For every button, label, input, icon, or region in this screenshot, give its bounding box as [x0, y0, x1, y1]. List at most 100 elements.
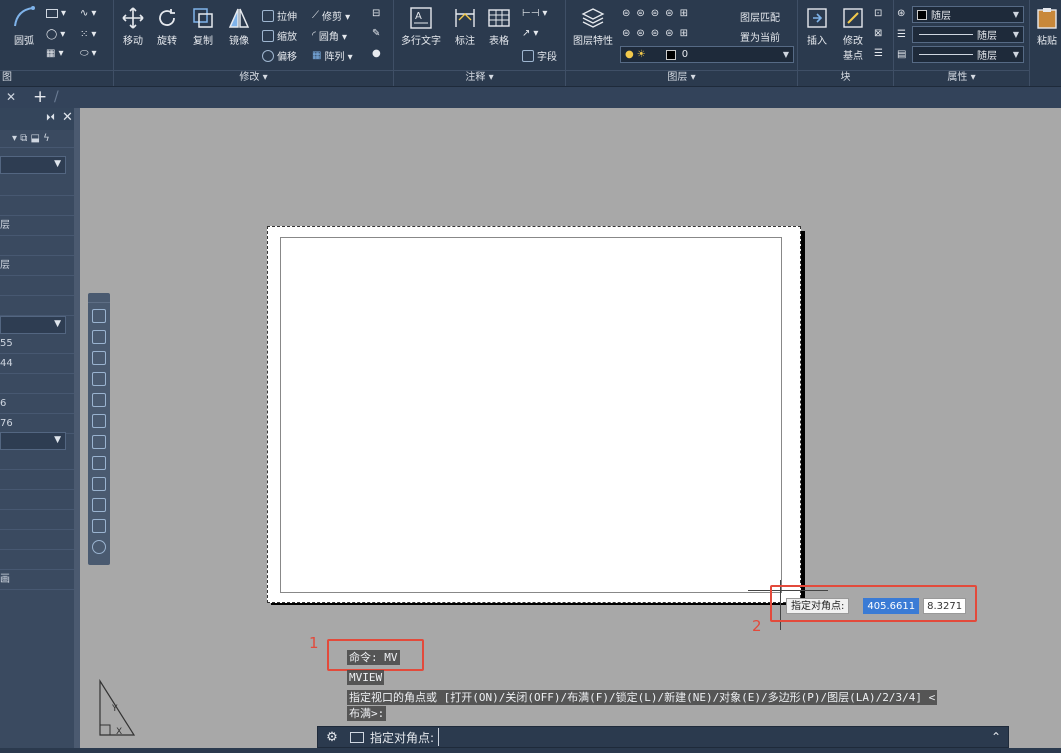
layer-unlock-icon[interactable]: ⊜	[665, 28, 673, 39]
chevron-up-icon[interactable]: ⌃	[984, 730, 1008, 744]
modify-panel-title[interactable]: 修改 ▾	[114, 70, 393, 84]
palette-row[interactable]: 44	[0, 354, 74, 374]
palette-section-dropdown[interactable]: ▼	[0, 432, 66, 450]
toolbar-grip[interactable]	[88, 293, 110, 303]
properties-panel-title[interactable]: 属性 ▾	[894, 70, 1029, 84]
palette-row[interactable]	[0, 296, 74, 316]
stretch-button[interactable]: 拉伸	[262, 8, 297, 23]
layer-thaw-icon[interactable]: ⊜	[651, 28, 659, 39]
palette-row[interactable]	[0, 196, 74, 216]
layer-freeze-icon[interactable]: ⊜	[651, 8, 659, 19]
layer-match-button[interactable]: 图层匹配	[740, 9, 780, 24]
make-current-icon[interactable]: ⊞	[680, 28, 688, 39]
palette-selection-dropdown[interactable]: ▼	[0, 156, 66, 174]
mtext-button[interactable]: A 多行文字	[398, 6, 444, 47]
match-properties-icon[interactable]: ⊛	[897, 8, 905, 19]
palette-row[interactable]	[0, 550, 74, 570]
palette-row[interactable]	[0, 490, 74, 510]
circle-tool[interactable]: ◯ ▾	[46, 29, 65, 40]
block-tool3[interactable]: ☰	[874, 48, 883, 59]
layer-properties-button[interactable]: 图层特性	[570, 6, 616, 47]
layer-match-icon[interactable]: ⊞	[680, 8, 688, 19]
layer-prev-icon[interactable]: ⊜	[622, 28, 630, 39]
insert-button[interactable]: 插入	[802, 6, 832, 47]
fillet-button[interactable]: ◜ 圆角 ▾	[312, 28, 347, 43]
palette-row[interactable]	[0, 276, 74, 296]
join-button[interactable]: ●	[372, 48, 381, 59]
new-tab-icon[interactable]: +	[33, 87, 47, 107]
tool-icon[interactable]	[92, 456, 106, 470]
palette-row[interactable]	[0, 176, 74, 196]
erase-button[interactable]: ✎	[372, 28, 380, 39]
close-tab-icon[interactable]: ✕	[6, 90, 16, 104]
palette-row[interactable]: 6	[0, 394, 74, 414]
mirror-button[interactable]: 镜像	[224, 6, 254, 47]
block-tool2[interactable]: ⊠	[874, 28, 882, 39]
palette-row[interactable]	[0, 470, 74, 490]
tool-icon[interactable]	[92, 330, 106, 344]
paste-button[interactable]: 粘贴	[1034, 6, 1060, 47]
palette-row[interactable]: 55	[0, 334, 74, 354]
palette-row[interactable]: 层	[0, 256, 74, 276]
viewport-rectangle[interactable]	[280, 237, 782, 593]
field-button[interactable]: 字段	[522, 48, 557, 63]
hatch-tool[interactable]: ▦ ▾	[46, 48, 63, 59]
tool-icon[interactable]	[92, 498, 106, 512]
tool-icon[interactable]	[92, 393, 106, 407]
palette-row[interactable]	[0, 236, 74, 256]
command-input[interactable]	[438, 728, 984, 746]
tool-icon[interactable]	[92, 309, 106, 323]
dimension-button[interactable]: 标注	[450, 6, 480, 47]
quick-select-icon[interactable]: ▾ ⧉ ⬓ ϟ	[12, 129, 50, 149]
palette-row[interactable]	[0, 450, 74, 470]
tool-icon[interactable]	[92, 435, 106, 449]
table-button[interactable]: 表格	[484, 6, 514, 47]
pin-icon[interactable]: ⏵⏴	[46, 113, 55, 123]
annotation-panel-title[interactable]: 注释 ▾	[394, 70, 565, 84]
region-tool[interactable]: ⬭ ▾	[80, 48, 97, 59]
layer-dropdown[interactable]: ● ☀ 0 ▼	[620, 46, 794, 63]
palette-row[interactable]	[0, 374, 74, 394]
rectangle-tool[interactable]: ▾	[46, 8, 66, 19]
palette-row[interactable]: 层	[0, 216, 74, 236]
rotate-button[interactable]: 旋转	[152, 6, 182, 47]
trim-button[interactable]: ⟋ 修剪 ▾	[312, 8, 350, 23]
layers-panel-title[interactable]: 图层 ▾	[566, 70, 797, 84]
block-panel-title[interactable]: 块	[798, 70, 893, 84]
color-dropdown[interactable]: 随层 ▼	[912, 6, 1024, 23]
lineweight-dropdown[interactable]: 随层 ▼	[912, 46, 1024, 63]
move-button[interactable]: 移动	[118, 6, 148, 47]
layer-off-icon[interactable]: ⊜	[622, 8, 630, 19]
spline-tool[interactable]: ∿ ▾	[80, 8, 96, 19]
gear-icon[interactable]: ⚙	[318, 730, 346, 745]
leader-button[interactable]: ↗ ▾	[522, 28, 538, 39]
make-current-button[interactable]: 置为当前	[740, 29, 780, 44]
linear-dim-button[interactable]: ⊢⊣ ▾	[522, 8, 547, 19]
copy-button[interactable]: 复制	[188, 6, 218, 47]
edit-base-button[interactable]: 修改 基点	[838, 6, 868, 62]
array-button[interactable]: ▦ 阵列 ▾	[312, 48, 353, 63]
list-icon[interactable]	[92, 351, 106, 365]
offset-button[interactable]: 偏移	[262, 48, 297, 63]
palette-row[interactable]	[0, 510, 74, 530]
tool-icon[interactable]	[92, 519, 106, 533]
layer-walk-icon[interactable]: ⊜	[636, 28, 644, 39]
tool-icon[interactable]	[92, 477, 106, 491]
linetype-dropdown[interactable]: 随层 ▼	[912, 26, 1024, 43]
block-tool1[interactable]: ⊡	[874, 8, 882, 19]
gear-icon[interactable]	[92, 540, 106, 554]
palette-section-dropdown[interactable]: ▼	[0, 316, 66, 334]
scale-button[interactable]: 缩放	[262, 28, 297, 43]
layer-lock-icon[interactable]: ⊜	[665, 8, 673, 19]
explode-button[interactable]: ⊟	[372, 8, 380, 19]
palette-row[interactable]: 76	[0, 414, 74, 434]
close-icon[interactable]: ✕	[62, 110, 73, 125]
point-tool[interactable]: ⁙ ▾	[80, 29, 96, 40]
tool-icon[interactable]	[92, 372, 106, 386]
arc-tool[interactable]: 圆弧	[6, 4, 42, 47]
palette-row[interactable]: 画	[0, 570, 74, 590]
layer-isolate-icon[interactable]: ⊜	[636, 8, 644, 19]
terminal-icon[interactable]	[350, 731, 364, 743]
draw-panel-title[interactable]: 图	[0, 70, 113, 84]
palette-row[interactable]	[0, 530, 74, 550]
